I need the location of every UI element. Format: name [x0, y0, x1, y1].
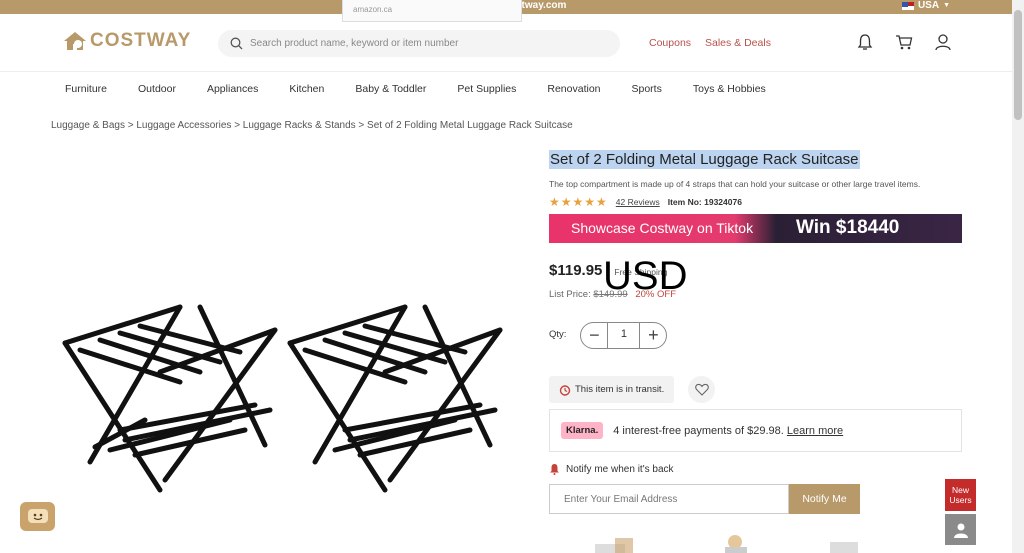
region-selector[interactable]: USA ▼	[901, 0, 950, 12]
price-row: $119.95 Free Shipping USD	[549, 254, 687, 298]
bell-alert-icon	[550, 464, 559, 475]
discount-badge: 20% OFF	[635, 289, 676, 300]
product-title: Set of 2 Folding Metal Luggage Rack Suit…	[549, 150, 860, 169]
klarna-text: 4 interest-free payments of $29.98.	[613, 424, 784, 437]
nav-item-toys-hobbies[interactable]: Toys & Hobbies	[693, 83, 766, 95]
bell-icon[interactable]	[856, 33, 874, 51]
search-icon[interactable]	[230, 37, 243, 50]
site-header: COSTWAY Coupons Sales & Deals	[0, 14, 1012, 72]
breadcrumb[interactable]: Luggage & Bags > Luggage Accessories > L…	[51, 120, 573, 131]
luggage-rack-left	[62, 304, 278, 493]
quantity-row: Qty: − 1 +	[549, 320, 668, 349]
new-users-button[interactable]: New Users	[945, 479, 976, 511]
klarna-badge: Klarna.	[561, 422, 604, 439]
email-field[interactable]	[549, 484, 789, 514]
search-bar[interactable]	[218, 30, 620, 57]
region-label: USA	[917, 0, 940, 11]
nav-item-renovation[interactable]: Renovation	[547, 83, 600, 95]
us-flag-icon	[901, 2, 914, 10]
qty-label: Qty:	[549, 329, 567, 340]
nav-item-sports[interactable]: Sports	[632, 83, 662, 95]
logo-text: COSTWAY	[90, 30, 192, 51]
page-scrollbar[interactable]	[1012, 0, 1024, 553]
chat-face-icon	[27, 508, 48, 523]
notify-text: Notify me when it's back	[566, 463, 674, 475]
search-input[interactable]	[250, 38, 610, 49]
nav-item-baby-toddler[interactable]: Baby & Toddler	[355, 83, 426, 95]
luggage-rack-right	[287, 304, 503, 493]
heart-icon	[694, 383, 709, 396]
transit-text: This item is in transit.	[575, 384, 665, 395]
feature-icons-row	[595, 535, 858, 553]
nav-item-appliances[interactable]: Appliances	[207, 83, 258, 95]
scrollbar-thumb[interactable]	[1014, 10, 1022, 120]
sales-deals-link[interactable]: Sales & Deals	[705, 37, 771, 49]
caret-down-icon: ▼	[943, 2, 950, 9]
learn-more-link[interactable]: Learn more	[787, 425, 843, 437]
tiktok-promo-banner[interactable]: Showcase Costway on Tiktok Win $18440	[549, 214, 962, 243]
costway-logo[interactable]: COSTWAY	[62, 30, 191, 52]
coupons-link[interactable]: Coupons	[649, 37, 691, 49]
list-price: $149.99	[593, 289, 628, 300]
nav-item-kitchen[interactable]: Kitchen	[289, 83, 324, 95]
house-logo-icon	[64, 32, 86, 50]
rating-row: ★★★★★ 42 Reviews Item No: 19324076	[549, 195, 962, 209]
product-image[interactable]	[40, 150, 520, 553]
item-number: Item No: 19324076	[667, 197, 742, 207]
reviews-link[interactable]: 42 Reviews	[616, 197, 660, 207]
category-nav: Furniture Outdoor Appliances Kitchen Bab…	[65, 83, 797, 95]
nav-item-outdoor[interactable]: Outdoor	[138, 83, 176, 95]
user-icon[interactable]	[934, 33, 952, 51]
star-rating-icon[interactable]: ★★★★★	[549, 195, 608, 209]
nav-item-pet-supplies[interactable]: Pet Supplies	[457, 83, 516, 95]
list-price-row: List Price: $149.99 20% OFF	[549, 289, 676, 300]
plus-button[interactable]: +	[640, 322, 666, 349]
sale-price: $119.95	[549, 262, 603, 279]
person-icon	[953, 523, 968, 538]
notify-row: Notify me when it's back	[549, 463, 674, 475]
cart-icon[interactable]	[895, 33, 913, 51]
customer-service-button[interactable]	[945, 514, 976, 545]
quantity-value[interactable]: 1	[607, 322, 641, 349]
klarna-payment-box: Klarna. 4 interest-free payments of $29.…	[549, 409, 962, 452]
transit-status: This item is in transit.	[549, 376, 674, 403]
promo-showcase-text: Showcase Costway on Tiktok	[571, 220, 754, 236]
chat-widget-button[interactable]	[20, 502, 55, 531]
nav-item-furniture[interactable]: Furniture	[65, 83, 107, 95]
wishlist-button[interactable]	[688, 376, 715, 403]
clock-icon	[559, 384, 571, 396]
minus-button[interactable]: −	[581, 322, 607, 349]
promo-win-text: Win $18440	[796, 217, 900, 238]
notify-me-button[interactable]: Notify Me	[789, 484, 860, 514]
quantity-stepper[interactable]: − 1 +	[580, 322, 668, 349]
product-description: The top compartment is made up of 4 stra…	[549, 179, 921, 189]
product-info: Set of 2 Folding Metal Luggage Rack Suit…	[549, 150, 962, 514]
